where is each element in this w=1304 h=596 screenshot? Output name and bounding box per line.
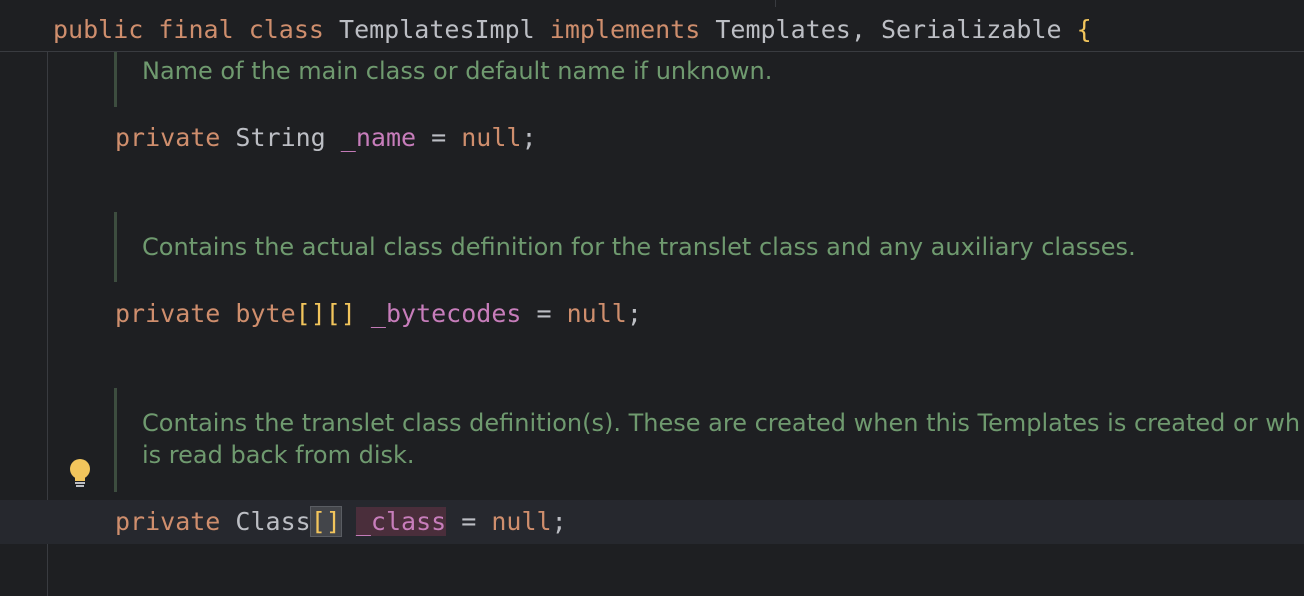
keyword-private: private (115, 299, 221, 328)
keyword-private: private (115, 507, 221, 536)
doc-comment-text-line-2: is read back from disk. (142, 441, 415, 469)
array-brackets: [][] (295, 299, 356, 328)
semicolon: ; (521, 123, 537, 152)
lightbulb-icon[interactable] (66, 457, 94, 489)
keyword-final: final (158, 15, 234, 44)
interface-templates[interactable]: Templates (715, 15, 850, 44)
equals-sign: = (431, 123, 447, 152)
doc-comment-bytecodes[interactable]: Contains the actual class definition for… (114, 212, 1136, 282)
null-literal: null (566, 299, 627, 328)
interface-serializable[interactable]: Serializable (881, 15, 1062, 44)
type-class[interactable]: Class (235, 507, 310, 536)
field-bytecodes[interactable]: _bytecodes (371, 299, 522, 328)
field-class[interactable]: _class (355, 507, 447, 536)
comma: , (850, 15, 866, 44)
keyword-class: class (248, 15, 324, 44)
field-name[interactable]: _name (341, 123, 416, 152)
sticky-class-header[interactable]: public final class TemplatesImpl impleme… (0, 0, 1304, 52)
class-name[interactable]: TemplatesImpl (339, 15, 535, 44)
doc-comment-name[interactable]: Name of the main class or default name i… (114, 52, 772, 107)
field-declaration-bytecodes[interactable]: private byte[][] _bytecodes = null; (115, 299, 642, 329)
type-string[interactable]: String (235, 123, 325, 152)
doc-comment-text-line-1: Contains the translet class definition(s… (142, 409, 1301, 437)
null-literal: null (491, 507, 552, 536)
keyword-implements: implements (549, 15, 701, 44)
field-declaration-class[interactable]: private Class[] _class = null; (115, 506, 567, 537)
class-declaration-line[interactable]: public final class TemplatesImpl impleme… (53, 15, 1092, 45)
type-byte[interactable]: byte (235, 299, 295, 328)
semicolon: ; (551, 507, 567, 536)
doc-comment-class[interactable]: Contains the translet class definition(s… (114, 388, 1300, 492)
keyword-private: private (115, 123, 221, 152)
doc-comment-text: Name of the main class or default name i… (142, 57, 773, 85)
equals-sign: = (536, 299, 552, 328)
sticky-header-divider (775, 0, 776, 7)
equals-sign: = (461, 507, 477, 536)
null-literal: null (461, 123, 522, 152)
semicolon: ; (626, 299, 642, 328)
code-editor[interactable]: public final class TemplatesImpl impleme… (0, 0, 1304, 596)
field-declaration-name[interactable]: private String _name = null; (115, 123, 537, 153)
doc-comment-text: Contains the actual class definition for… (142, 233, 1136, 261)
keyword-public: public (53, 15, 144, 44)
array-brackets-matched: [] (309, 506, 342, 537)
open-brace: { (1076, 15, 1092, 44)
